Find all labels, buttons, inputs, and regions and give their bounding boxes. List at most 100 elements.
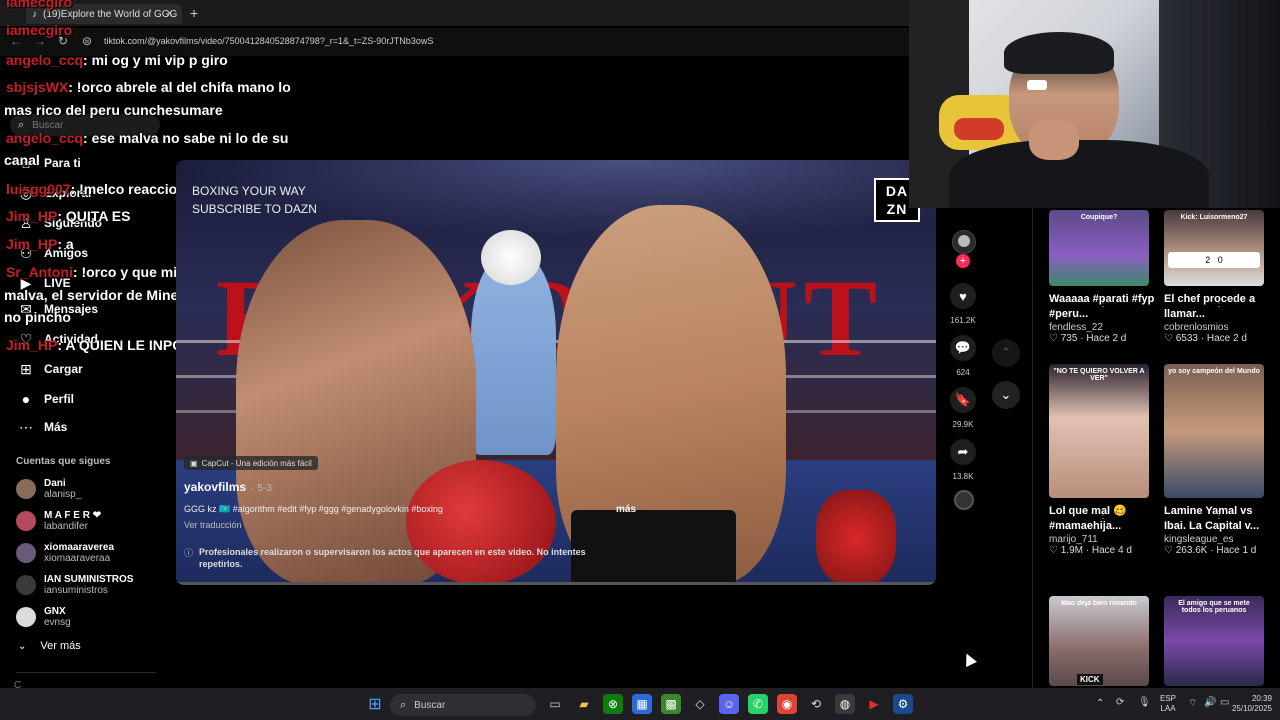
steam-alt-icon[interactable]: ⟲: [806, 694, 826, 714]
save-count: 29.9K: [952, 420, 974, 429]
video-caption: GGG kz 🇰🇿 #algorithm #edit #fyp #ggg #ge…: [184, 504, 443, 514]
more-icon: ⋯: [19, 418, 33, 435]
language-indicator[interactable]: ESP LAA: [1160, 694, 1176, 714]
recommendation-likes: 6533: [1175, 333, 1198, 344]
avatar: [16, 479, 36, 499]
recommendation-thumbnail[interactable]: Mao deja bien rimando KICK: [1049, 596, 1149, 686]
following-name: IAN SUMINISTROS: [44, 574, 134, 585]
microphone-icon[interactable]: 🎙: [1138, 697, 1151, 708]
recommendation-stats: ♡ 735 · Hace 2 d: [1049, 333, 1127, 344]
card-menu-icon[interactable]: ⋮: [1098, 510, 1108, 521]
sidebar-item-perfil[interactable]: ● Perfil: [16, 388, 74, 410]
card-menu-icon[interactable]: ⋮: [1214, 510, 1224, 521]
recommendation-author[interactable]: kingsleague_es: [1164, 534, 1274, 545]
capcut-badge[interactable]: ▣ CapCut - Una edición más fácil: [184, 456, 318, 470]
minecraft-icon[interactable]: ▩: [661, 694, 681, 714]
like-count: 161.2K: [950, 316, 976, 325]
recommendation-card[interactable]: El amigo que se mete todos los peruanos: [1164, 596, 1274, 686]
recommendation-thumbnail[interactable]: yo soy campeón del Mundo: [1164, 364, 1264, 498]
video-app-icon[interactable]: ▶: [864, 694, 884, 714]
chat-message: mas rico del peru cunchesumare: [4, 102, 223, 118]
obs-icon[interactable]: ◍: [835, 694, 855, 714]
following-item[interactable]: M A F E R ❤ labandifer: [16, 510, 166, 532]
sidebar-item-ms[interactable]: ⋯ Más: [16, 416, 67, 438]
clock[interactable]: 20:39 25/10/2025: [1228, 694, 1272, 714]
white-glove: [481, 230, 541, 285]
bookmark-icon[interactable]: 🔖: [950, 387, 976, 413]
recommendation-card[interactable]: Mao deja bien rimando KICK: [1049, 596, 1159, 686]
recommendation-stats: ♡ 6533 · Hace 2 d: [1164, 333, 1247, 344]
heart-outline-icon: ♡: [1164, 333, 1176, 344]
recommendation-card[interactable]: Kick: Luisormeno27 2 0 El chef procede a l…: [1164, 210, 1274, 344]
following-item[interactable]: IAN SUMINISTROS iansuministros: [16, 574, 166, 596]
see-more-link[interactable]: ⌄ Ver más: [18, 640, 81, 652]
recommendation-thumbnail[interactable]: Coupique?: [1049, 210, 1149, 286]
taskbar-search[interactable]: ⌕ Buscar: [390, 694, 536, 716]
sidebar-item-label: Más: [44, 420, 68, 434]
comment-icon[interactable]: 💬: [950, 335, 976, 361]
app-icon[interactable]: ◇: [690, 694, 710, 714]
avatar: [16, 575, 36, 595]
sidebar-item-cargar[interactable]: ⊞ Cargar: [16, 358, 83, 380]
heart-outline-icon: ♡: [1164, 545, 1176, 556]
chat-username: angelo_ccq: [6, 52, 84, 68]
chat-username: luisgg007: [6, 181, 71, 197]
recommendation-card[interactable]: Coupique? Waaaaa #parati #fyp #peru... fen…: [1049, 210, 1159, 344]
steam-icon[interactable]: ⚙: [893, 694, 913, 714]
video-player[interactable]: BY KO OUT BOXING YOUR WAY SUBSCRIBE TO D…: [176, 160, 936, 585]
recommendation-author[interactable]: marijo_711: [1049, 534, 1159, 545]
progress-bar[interactable]: [176, 582, 936, 585]
recommendation-author[interactable]: cobrenlosmios: [1164, 322, 1274, 333]
scroll-down-chevron-icon[interactable]: ⌄: [992, 381, 1020, 409]
thumbnail-caption: El amigo que se mete todos los peruanos: [1178, 600, 1250, 614]
chat-message: angelo_ccq: ese malva no sabe ni lo de s…: [6, 130, 288, 146]
search-icon: ⌕: [400, 698, 407, 711]
share-arrow-icon[interactable]: ➦: [950, 439, 976, 465]
following-item[interactable]: xiomaaraverea xiomaaraveraa: [16, 542, 166, 564]
recommendation-thumbnail[interactable]: Kick: Luisormeno27 2 0: [1164, 210, 1264, 286]
like-heart-icon[interactable]: ♥: [950, 283, 976, 309]
xbox-icon[interactable]: ⊗: [603, 694, 623, 714]
creator-avatar[interactable]: [952, 230, 976, 254]
store-icon[interactable]: ▦: [632, 694, 652, 714]
card-menu-icon[interactable]: ⋮: [1214, 298, 1224, 309]
avatar: [16, 511, 36, 531]
following-handle: evnsg: [44, 617, 71, 628]
task-view-icon[interactable]: ▭: [545, 694, 565, 714]
translate-link[interactable]: Ver traducción: [184, 520, 242, 530]
recommendation-card[interactable]: "NO TE QUIERO VOLVER A VER" Lol que mal 🥴…: [1049, 364, 1159, 556]
discord-icon[interactable]: ☺: [719, 694, 739, 714]
following-item[interactable]: GNX evnsg: [16, 606, 166, 628]
volume-icon[interactable]: 🔊: [1204, 697, 1216, 708]
recommendation-likes: 735: [1060, 333, 1078, 344]
chat-message: iamecgiro: [6, 0, 72, 10]
scroll-up-chevron-icon[interactable]: ⌃: [992, 339, 1020, 367]
video-author[interactable]: yakovfilms: [184, 480, 246, 494]
chat-text: no pincho: [4, 309, 71, 325]
thumbnail-caption: Kick: Luisormeno27: [1180, 214, 1248, 221]
card-menu-icon[interactable]: ⋮: [1098, 298, 1108, 309]
recommendation-author[interactable]: fendless_22: [1049, 322, 1159, 333]
file-explorer-icon[interactable]: ▰: [574, 694, 594, 714]
comment-count: 624: [956, 368, 970, 377]
recommendation-card[interactable]: yo soy campeón del Mundo Lamine Yamal vs …: [1164, 364, 1274, 556]
red-glove-right: [816, 490, 896, 585]
whatsapp-icon[interactable]: ✆: [748, 694, 768, 714]
cap-logo: [1027, 80, 1047, 90]
windows-start-icon[interactable]: ⊞: [365, 694, 385, 714]
recommendation-thumbnail[interactable]: "NO TE QUIERO VOLVER A VER": [1049, 364, 1149, 498]
thumbnail-caption: Mao deja bien rimando: [1061, 600, 1137, 607]
recommendation-thumbnail[interactable]: El amigo que se mete todos los peruanos: [1164, 596, 1264, 686]
chrome-icon[interactable]: ◉: [777, 694, 797, 714]
capcut-icon: ▣: [190, 458, 198, 468]
music-disc-icon[interactable]: [954, 490, 974, 510]
follow-plus-icon[interactable]: +: [956, 254, 970, 268]
tray-app-icon[interactable]: ⟳: [1116, 697, 1124, 708]
caption-more-link[interactable]: más: [616, 504, 636, 515]
tray-chevron-up-icon[interactable]: ⌃: [1096, 698, 1104, 709]
avatar: [16, 607, 36, 627]
following-item[interactable]: Dani alanisp_: [16, 478, 166, 500]
column-divider: [1032, 208, 1033, 688]
thumbnail-caption: Coupique?: [1080, 214, 1118, 221]
wifi-icon[interactable]: ⌔: [1188, 697, 1197, 710]
